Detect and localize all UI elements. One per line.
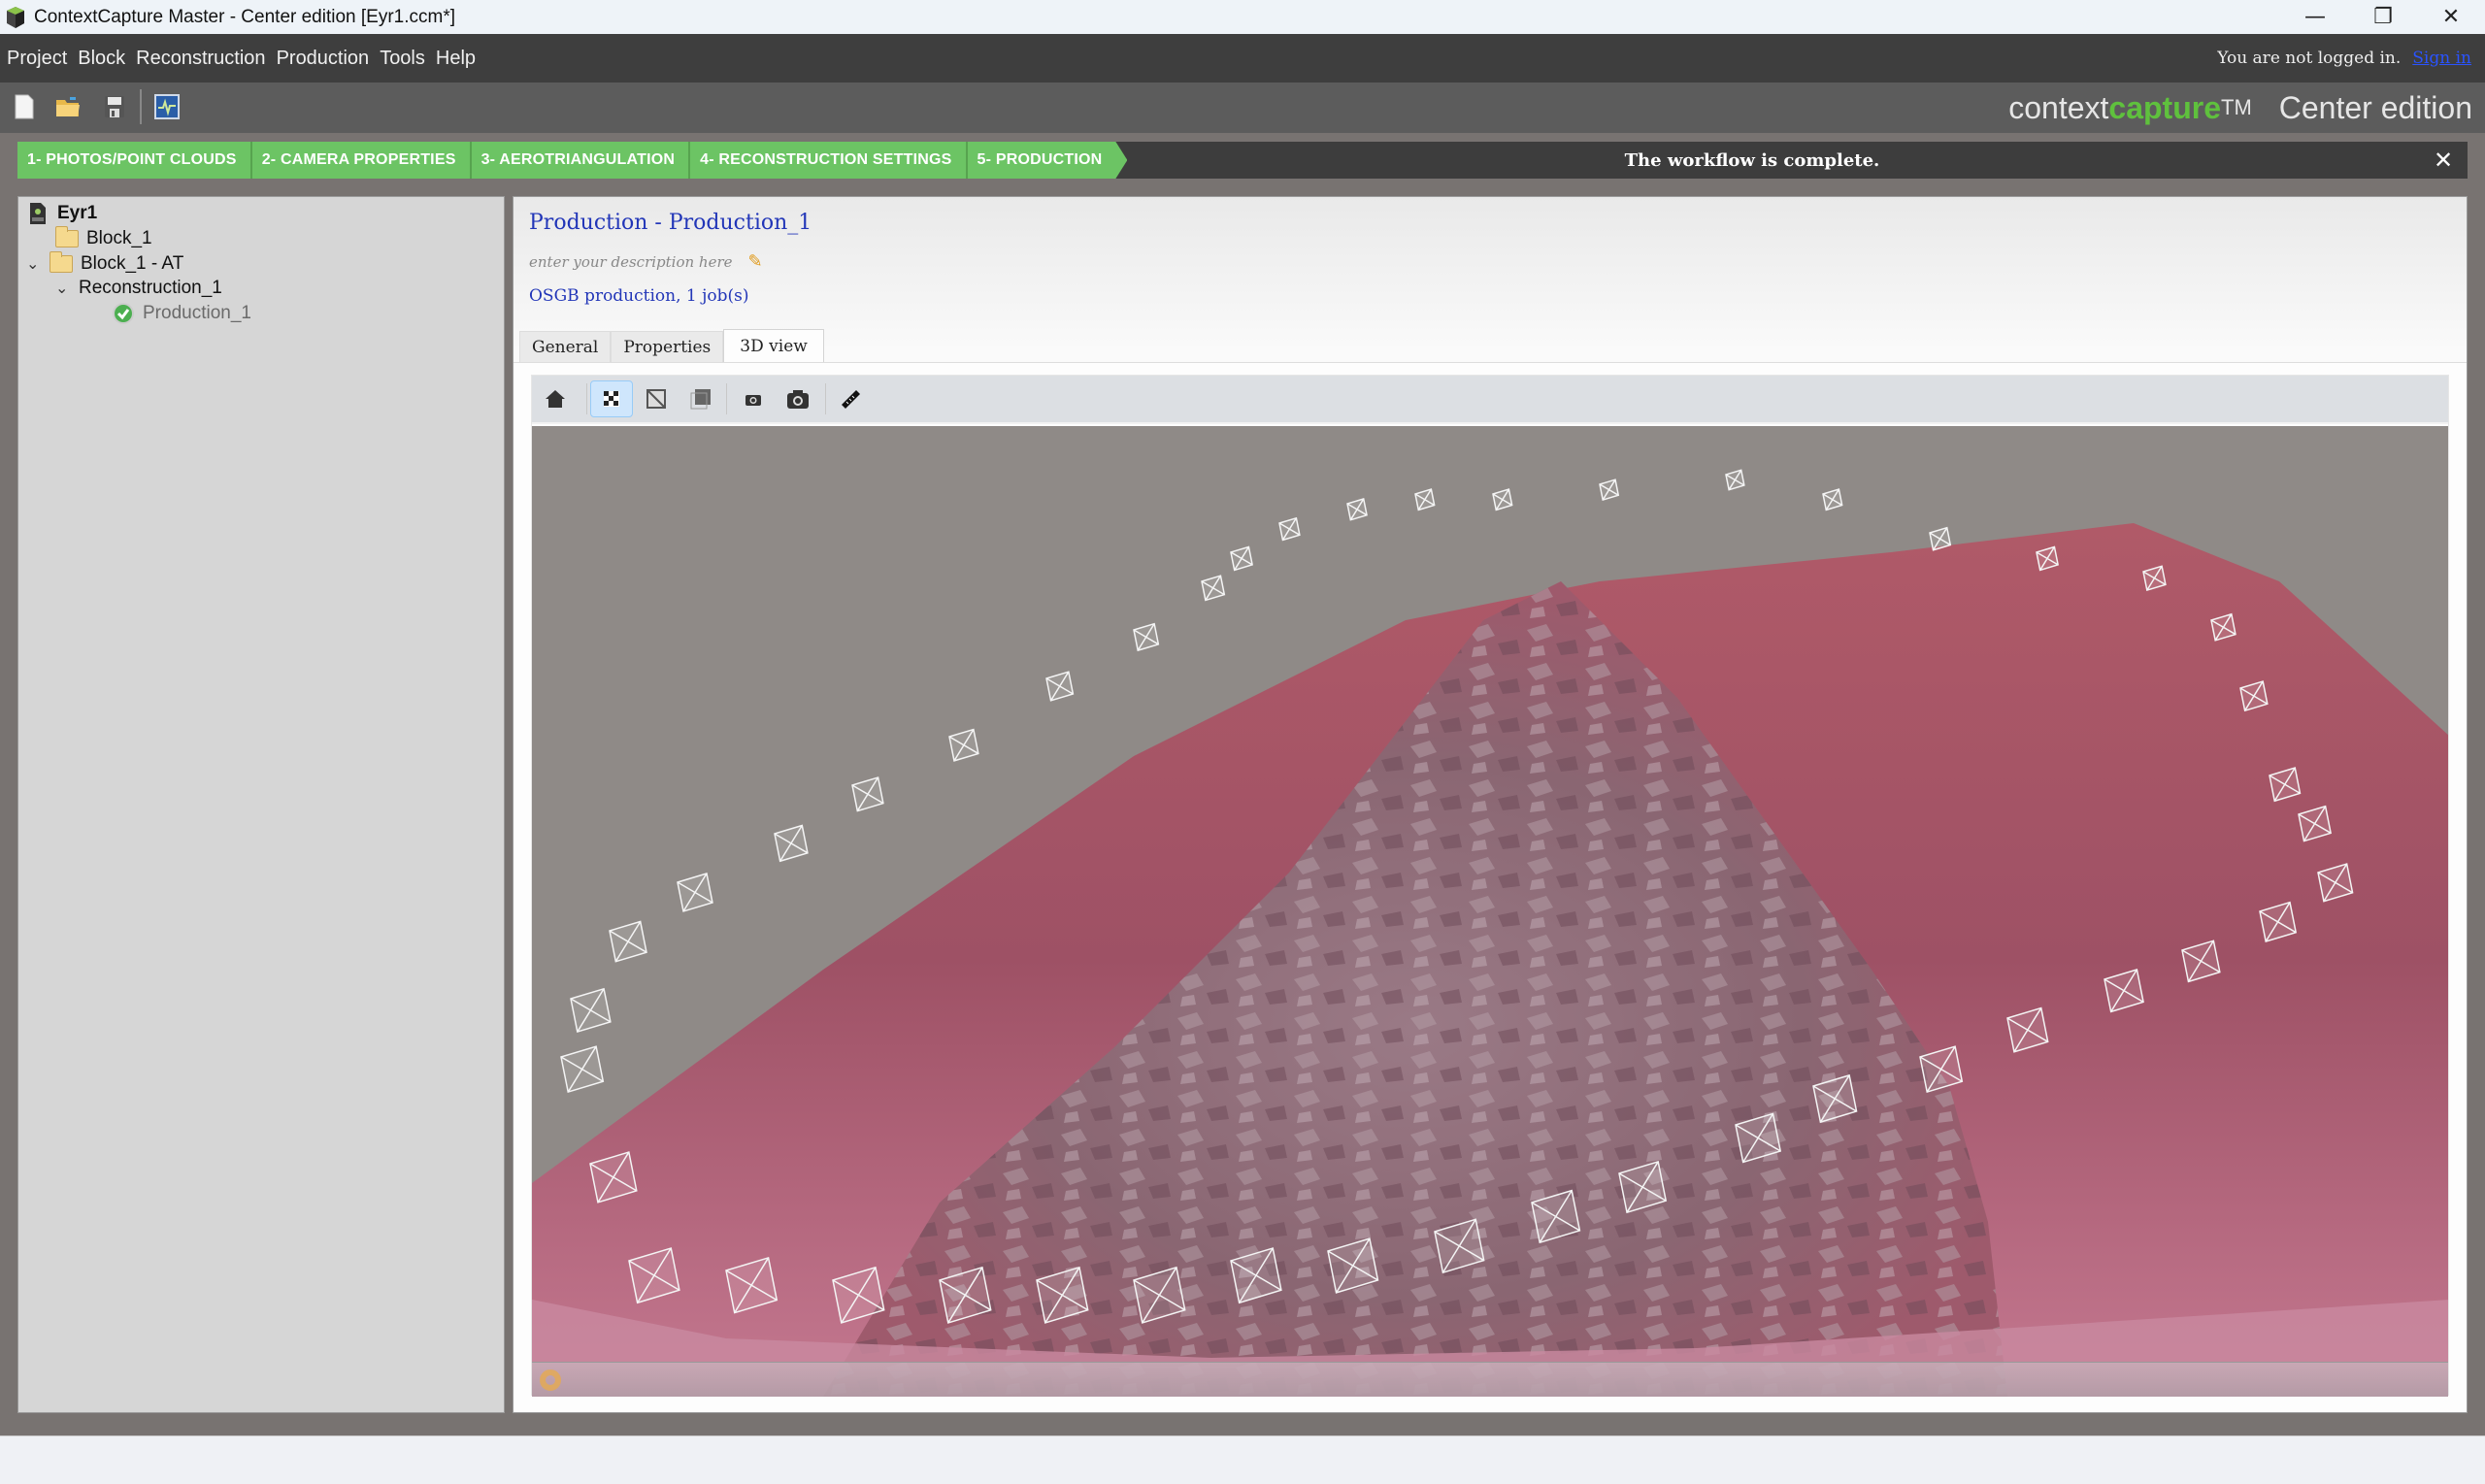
window-title: ContextCapture Master - Center edition [… — [34, 6, 456, 27]
tree-label: Production_1 — [143, 303, 251, 323]
project-file-icon — [30, 203, 46, 224]
workflow-step-aerotriangulation[interactable]: 3- AEROTRIANGULATION — [471, 142, 691, 179]
menu-tools[interactable]: Tools — [380, 48, 425, 70]
tab-3d-view[interactable]: 3D view — [723, 329, 824, 362]
folder-icon — [55, 226, 79, 247]
workflow-close-button[interactable]: ✕ — [2429, 142, 2458, 179]
photos-large-icon[interactable] — [777, 380, 819, 417]
production-title: Production - Production_1 — [529, 211, 812, 235]
workflow-message: The workflow is complete. — [1624, 149, 1880, 171]
tree-label: Block_1 - AT — [81, 253, 184, 274]
sign-in-link[interactable]: Sign in — [2412, 49, 2471, 68]
job-monitor-icon[interactable] — [152, 92, 182, 121]
new-project-icon[interactable] — [10, 92, 39, 121]
wireframe-icon[interactable] — [635, 380, 678, 417]
tree-label: Reconstruction_1 — [79, 278, 222, 298]
3d-scene[interactable] — [532, 426, 2448, 1397]
bounding-box-icon[interactable] — [679, 380, 722, 417]
view-toolbar-separator — [586, 383, 587, 414]
tree-item-root[interactable]: Eyr1 — [28, 201, 97, 226]
3d-view-toolbar — [532, 376, 2448, 424]
3d-viewport[interactable] — [532, 426, 2448, 1397]
textured-mesh-icon[interactable] — [590, 380, 633, 417]
project-tree-panel: Eyr1 Block_1 ⌄ Block_1 - AT ⌄ Reconstruc… — [17, 196, 505, 1413]
menu-help[interactable]: Help — [436, 48, 476, 70]
pencil-icon[interactable]: ✎ — [748, 251, 763, 272]
title-bar: ContextCapture Master - Center edition [… — [0, 0, 2485, 34]
menu-block[interactable]: Block — [78, 48, 125, 70]
minimize-button[interactable]: — — [2281, 0, 2349, 34]
home-icon[interactable] — [534, 380, 577, 417]
restore-button[interactable]: ❐ — [2349, 0, 2417, 34]
brand-logo: context capture TM Center edition — [2008, 82, 2472, 133]
status-bar — [0, 1435, 2485, 1484]
tree-item-reconstruction-1[interactable]: ⌄ Reconstruction_1 — [55, 276, 222, 301]
folder-icon — [50, 251, 73, 273]
brand-context: context — [2008, 89, 2109, 125]
menu-project[interactable]: Project — [7, 48, 67, 70]
tree-item-production-1[interactable]: Production_1 — [112, 301, 251, 326]
brand-capture: capture — [2108, 89, 2221, 125]
tree-label: Eyr1 — [57, 203, 98, 223]
tab-properties[interactable]: Properties — [611, 331, 724, 362]
loading-spinner-icon — [540, 1369, 561, 1391]
toolbar-separator — [140, 89, 142, 124]
close-button[interactable]: ✕ — [2417, 0, 2485, 34]
measure-icon[interactable] — [829, 380, 872, 417]
login-status: You are not logged in. Sign in — [2217, 34, 2471, 82]
tab-general[interactable]: General — [519, 331, 612, 362]
tree-item-block-1[interactable]: Block_1 — [55, 226, 152, 251]
open-project-icon[interactable] — [53, 92, 83, 121]
view-toolbar-separator — [825, 383, 826, 414]
production-info: OSGB production, 1 job(s) — [529, 286, 749, 306]
production-panel: Production - Production_1 enter your des… — [513, 196, 2468, 1413]
workflow-step-camera-properties[interactable]: 2- CAMERA PROPERTIES — [251, 142, 472, 179]
save-project-icon[interactable] — [100, 92, 129, 121]
workflow-bar: 1- PHOTOS/POINT CLOUDS 2- CAMERA PROPERT… — [17, 142, 2468, 179]
tree-label: Block_1 — [86, 228, 152, 248]
production-tabs: General Properties 3D view — [519, 329, 824, 362]
brand-edition: Center edition — [2278, 89, 2472, 125]
check-circle-icon — [113, 303, 134, 324]
chevron-down-icon[interactable]: ⌄ — [26, 254, 42, 274]
3d-view-frame — [531, 375, 2449, 1397]
photos-small-icon[interactable] — [732, 380, 775, 417]
workflow-step-photos[interactable]: 1- PHOTOS/POINT CLOUDS — [17, 142, 252, 179]
app-icon — [7, 6, 24, 28]
production-header: Production - Production_1 enter your des… — [514, 197, 2467, 362]
menu-bar: Project Block Reconstruction Production … — [0, 34, 2485, 82]
chevron-down-icon[interactable]: ⌄ — [55, 279, 71, 298]
production-description[interactable]: enter your description here ✎ — [529, 251, 763, 272]
login-text: You are not logged in. — [2217, 49, 2402, 68]
view-toolbar-separator — [726, 383, 727, 414]
workflow-step-reconstruction-settings[interactable]: 4- RECONSTRUCTION SETTINGS — [690, 142, 968, 179]
menu-reconstruction[interactable]: Reconstruction — [136, 48, 265, 70]
tree-item-block-1-at[interactable]: ⌄ Block_1 - AT — [26, 251, 183, 277]
brand-trademark: TM — [2221, 95, 2252, 119]
description-placeholder: enter your description here — [529, 252, 733, 271]
menu-production[interactable]: Production — [277, 48, 370, 70]
3d-view-status-strip — [532, 1362, 2448, 1397]
